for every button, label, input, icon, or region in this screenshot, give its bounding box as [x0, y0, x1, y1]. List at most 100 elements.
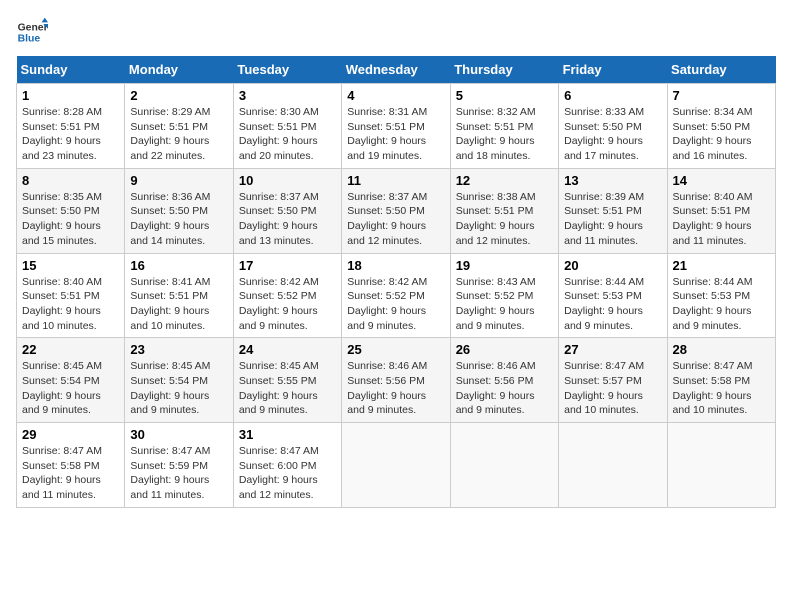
calendar-cell: 5 Sunrise: 8:32 AM Sunset: 5:51 PM Dayli… [450, 84, 558, 169]
calendar-cell: 3 Sunrise: 8:30 AM Sunset: 5:51 PM Dayli… [233, 84, 341, 169]
calendar-cell: 21 Sunrise: 8:44 AM Sunset: 5:53 PM Dayl… [667, 253, 775, 338]
day-number: 27 [564, 342, 661, 357]
day-info: Sunrise: 8:45 AM Sunset: 5:54 PM Dayligh… [22, 359, 119, 418]
calendar-cell [342, 423, 450, 508]
day-info: Sunrise: 8:43 AM Sunset: 5:52 PM Dayligh… [456, 275, 553, 334]
day-info: Sunrise: 8:41 AM Sunset: 5:51 PM Dayligh… [130, 275, 227, 334]
day-number: 21 [673, 258, 770, 273]
day-number: 13 [564, 173, 661, 188]
calendar-cell [450, 423, 558, 508]
logo-icon: General Blue [16, 16, 48, 48]
day-info: Sunrise: 8:31 AM Sunset: 5:51 PM Dayligh… [347, 105, 444, 164]
calendar-cell: 8 Sunrise: 8:35 AM Sunset: 5:50 PM Dayli… [17, 168, 125, 253]
calendar-cell: 24 Sunrise: 8:45 AM Sunset: 5:55 PM Dayl… [233, 338, 341, 423]
day-number: 16 [130, 258, 227, 273]
day-number: 23 [130, 342, 227, 357]
header-tuesday: Tuesday [233, 56, 341, 84]
day-info: Sunrise: 8:30 AM Sunset: 5:51 PM Dayligh… [239, 105, 336, 164]
header-wednesday: Wednesday [342, 56, 450, 84]
day-number: 22 [22, 342, 119, 357]
day-info: Sunrise: 8:35 AM Sunset: 5:50 PM Dayligh… [22, 190, 119, 249]
day-number: 2 [130, 88, 227, 103]
calendar-cell [667, 423, 775, 508]
day-info: Sunrise: 8:39 AM Sunset: 5:51 PM Dayligh… [564, 190, 661, 249]
day-number: 28 [673, 342, 770, 357]
header-saturday: Saturday [667, 56, 775, 84]
calendar-cell: 19 Sunrise: 8:43 AM Sunset: 5:52 PM Dayl… [450, 253, 558, 338]
calendar-cell: 30 Sunrise: 8:47 AM Sunset: 5:59 PM Dayl… [125, 423, 233, 508]
day-info: Sunrise: 8:47 AM Sunset: 6:00 PM Dayligh… [239, 444, 336, 503]
day-info: Sunrise: 8:46 AM Sunset: 5:56 PM Dayligh… [347, 359, 444, 418]
calendar-cell: 4 Sunrise: 8:31 AM Sunset: 5:51 PM Dayli… [342, 84, 450, 169]
day-number: 5 [456, 88, 553, 103]
day-number: 18 [347, 258, 444, 273]
day-number: 11 [347, 173, 444, 188]
header-monday: Monday [125, 56, 233, 84]
calendar-cell: 25 Sunrise: 8:46 AM Sunset: 5:56 PM Dayl… [342, 338, 450, 423]
day-number: 19 [456, 258, 553, 273]
header: General Blue [16, 16, 776, 48]
calendar-cell: 15 Sunrise: 8:40 AM Sunset: 5:51 PM Dayl… [17, 253, 125, 338]
day-info: Sunrise: 8:46 AM Sunset: 5:56 PM Dayligh… [456, 359, 553, 418]
day-number: 30 [130, 427, 227, 442]
day-number: 3 [239, 88, 336, 103]
calendar-cell: 12 Sunrise: 8:38 AM Sunset: 5:51 PM Dayl… [450, 168, 558, 253]
calendar-cell: 16 Sunrise: 8:41 AM Sunset: 5:51 PM Dayl… [125, 253, 233, 338]
calendar-week-row: 1 Sunrise: 8:28 AM Sunset: 5:51 PM Dayli… [17, 84, 776, 169]
calendar-table: SundayMondayTuesdayWednesdayThursdayFrid… [16, 56, 776, 508]
calendar-cell: 1 Sunrise: 8:28 AM Sunset: 5:51 PM Dayli… [17, 84, 125, 169]
header-thursday: Thursday [450, 56, 558, 84]
header-sunday: Sunday [17, 56, 125, 84]
calendar-cell: 14 Sunrise: 8:40 AM Sunset: 5:51 PM Dayl… [667, 168, 775, 253]
day-info: Sunrise: 8:45 AM Sunset: 5:54 PM Dayligh… [130, 359, 227, 418]
day-info: Sunrise: 8:42 AM Sunset: 5:52 PM Dayligh… [347, 275, 444, 334]
calendar-cell: 28 Sunrise: 8:47 AM Sunset: 5:58 PM Dayl… [667, 338, 775, 423]
day-number: 9 [130, 173, 227, 188]
day-info: Sunrise: 8:29 AM Sunset: 5:51 PM Dayligh… [130, 105, 227, 164]
svg-text:Blue: Blue [18, 34, 41, 45]
day-number: 24 [239, 342, 336, 357]
day-info: Sunrise: 8:44 AM Sunset: 5:53 PM Dayligh… [673, 275, 770, 334]
calendar-cell: 23 Sunrise: 8:45 AM Sunset: 5:54 PM Dayl… [125, 338, 233, 423]
calendar-week-row: 29 Sunrise: 8:47 AM Sunset: 5:58 PM Dayl… [17, 423, 776, 508]
day-number: 1 [22, 88, 119, 103]
calendar-cell: 13 Sunrise: 8:39 AM Sunset: 5:51 PM Dayl… [559, 168, 667, 253]
calendar-cell: 7 Sunrise: 8:34 AM Sunset: 5:50 PM Dayli… [667, 84, 775, 169]
day-number: 31 [239, 427, 336, 442]
calendar-cell: 10 Sunrise: 8:37 AM Sunset: 5:50 PM Dayl… [233, 168, 341, 253]
day-info: Sunrise: 8:33 AM Sunset: 5:50 PM Dayligh… [564, 105, 661, 164]
day-info: Sunrise: 8:47 AM Sunset: 5:58 PM Dayligh… [673, 359, 770, 418]
calendar-cell: 31 Sunrise: 8:47 AM Sunset: 6:00 PM Dayl… [233, 423, 341, 508]
day-number: 4 [347, 88, 444, 103]
calendar-cell: 27 Sunrise: 8:47 AM Sunset: 5:57 PM Dayl… [559, 338, 667, 423]
calendar-header-row: SundayMondayTuesdayWednesdayThursdayFrid… [17, 56, 776, 84]
day-info: Sunrise: 8:47 AM Sunset: 5:57 PM Dayligh… [564, 359, 661, 418]
day-info: Sunrise: 8:40 AM Sunset: 5:51 PM Dayligh… [22, 275, 119, 334]
day-info: Sunrise: 8:40 AM Sunset: 5:51 PM Dayligh… [673, 190, 770, 249]
day-number: 6 [564, 88, 661, 103]
day-info: Sunrise: 8:34 AM Sunset: 5:50 PM Dayligh… [673, 105, 770, 164]
calendar-cell: 9 Sunrise: 8:36 AM Sunset: 5:50 PM Dayli… [125, 168, 233, 253]
day-info: Sunrise: 8:44 AM Sunset: 5:53 PM Dayligh… [564, 275, 661, 334]
logo: General Blue [16, 16, 48, 48]
day-number: 7 [673, 88, 770, 103]
header-friday: Friday [559, 56, 667, 84]
day-number: 12 [456, 173, 553, 188]
calendar-cell: 11 Sunrise: 8:37 AM Sunset: 5:50 PM Dayl… [342, 168, 450, 253]
calendar-cell: 22 Sunrise: 8:45 AM Sunset: 5:54 PM Dayl… [17, 338, 125, 423]
calendar-cell: 20 Sunrise: 8:44 AM Sunset: 5:53 PM Dayl… [559, 253, 667, 338]
calendar-cell: 26 Sunrise: 8:46 AM Sunset: 5:56 PM Dayl… [450, 338, 558, 423]
day-info: Sunrise: 8:37 AM Sunset: 5:50 PM Dayligh… [239, 190, 336, 249]
day-number: 25 [347, 342, 444, 357]
day-info: Sunrise: 8:32 AM Sunset: 5:51 PM Dayligh… [456, 105, 553, 164]
calendar-cell: 29 Sunrise: 8:47 AM Sunset: 5:58 PM Dayl… [17, 423, 125, 508]
day-number: 26 [456, 342, 553, 357]
calendar-week-row: 22 Sunrise: 8:45 AM Sunset: 5:54 PM Dayl… [17, 338, 776, 423]
day-info: Sunrise: 8:45 AM Sunset: 5:55 PM Dayligh… [239, 359, 336, 418]
day-number: 17 [239, 258, 336, 273]
day-info: Sunrise: 8:42 AM Sunset: 5:52 PM Dayligh… [239, 275, 336, 334]
day-info: Sunrise: 8:37 AM Sunset: 5:50 PM Dayligh… [347, 190, 444, 249]
day-number: 20 [564, 258, 661, 273]
calendar-cell: 6 Sunrise: 8:33 AM Sunset: 5:50 PM Dayli… [559, 84, 667, 169]
calendar-cell [559, 423, 667, 508]
